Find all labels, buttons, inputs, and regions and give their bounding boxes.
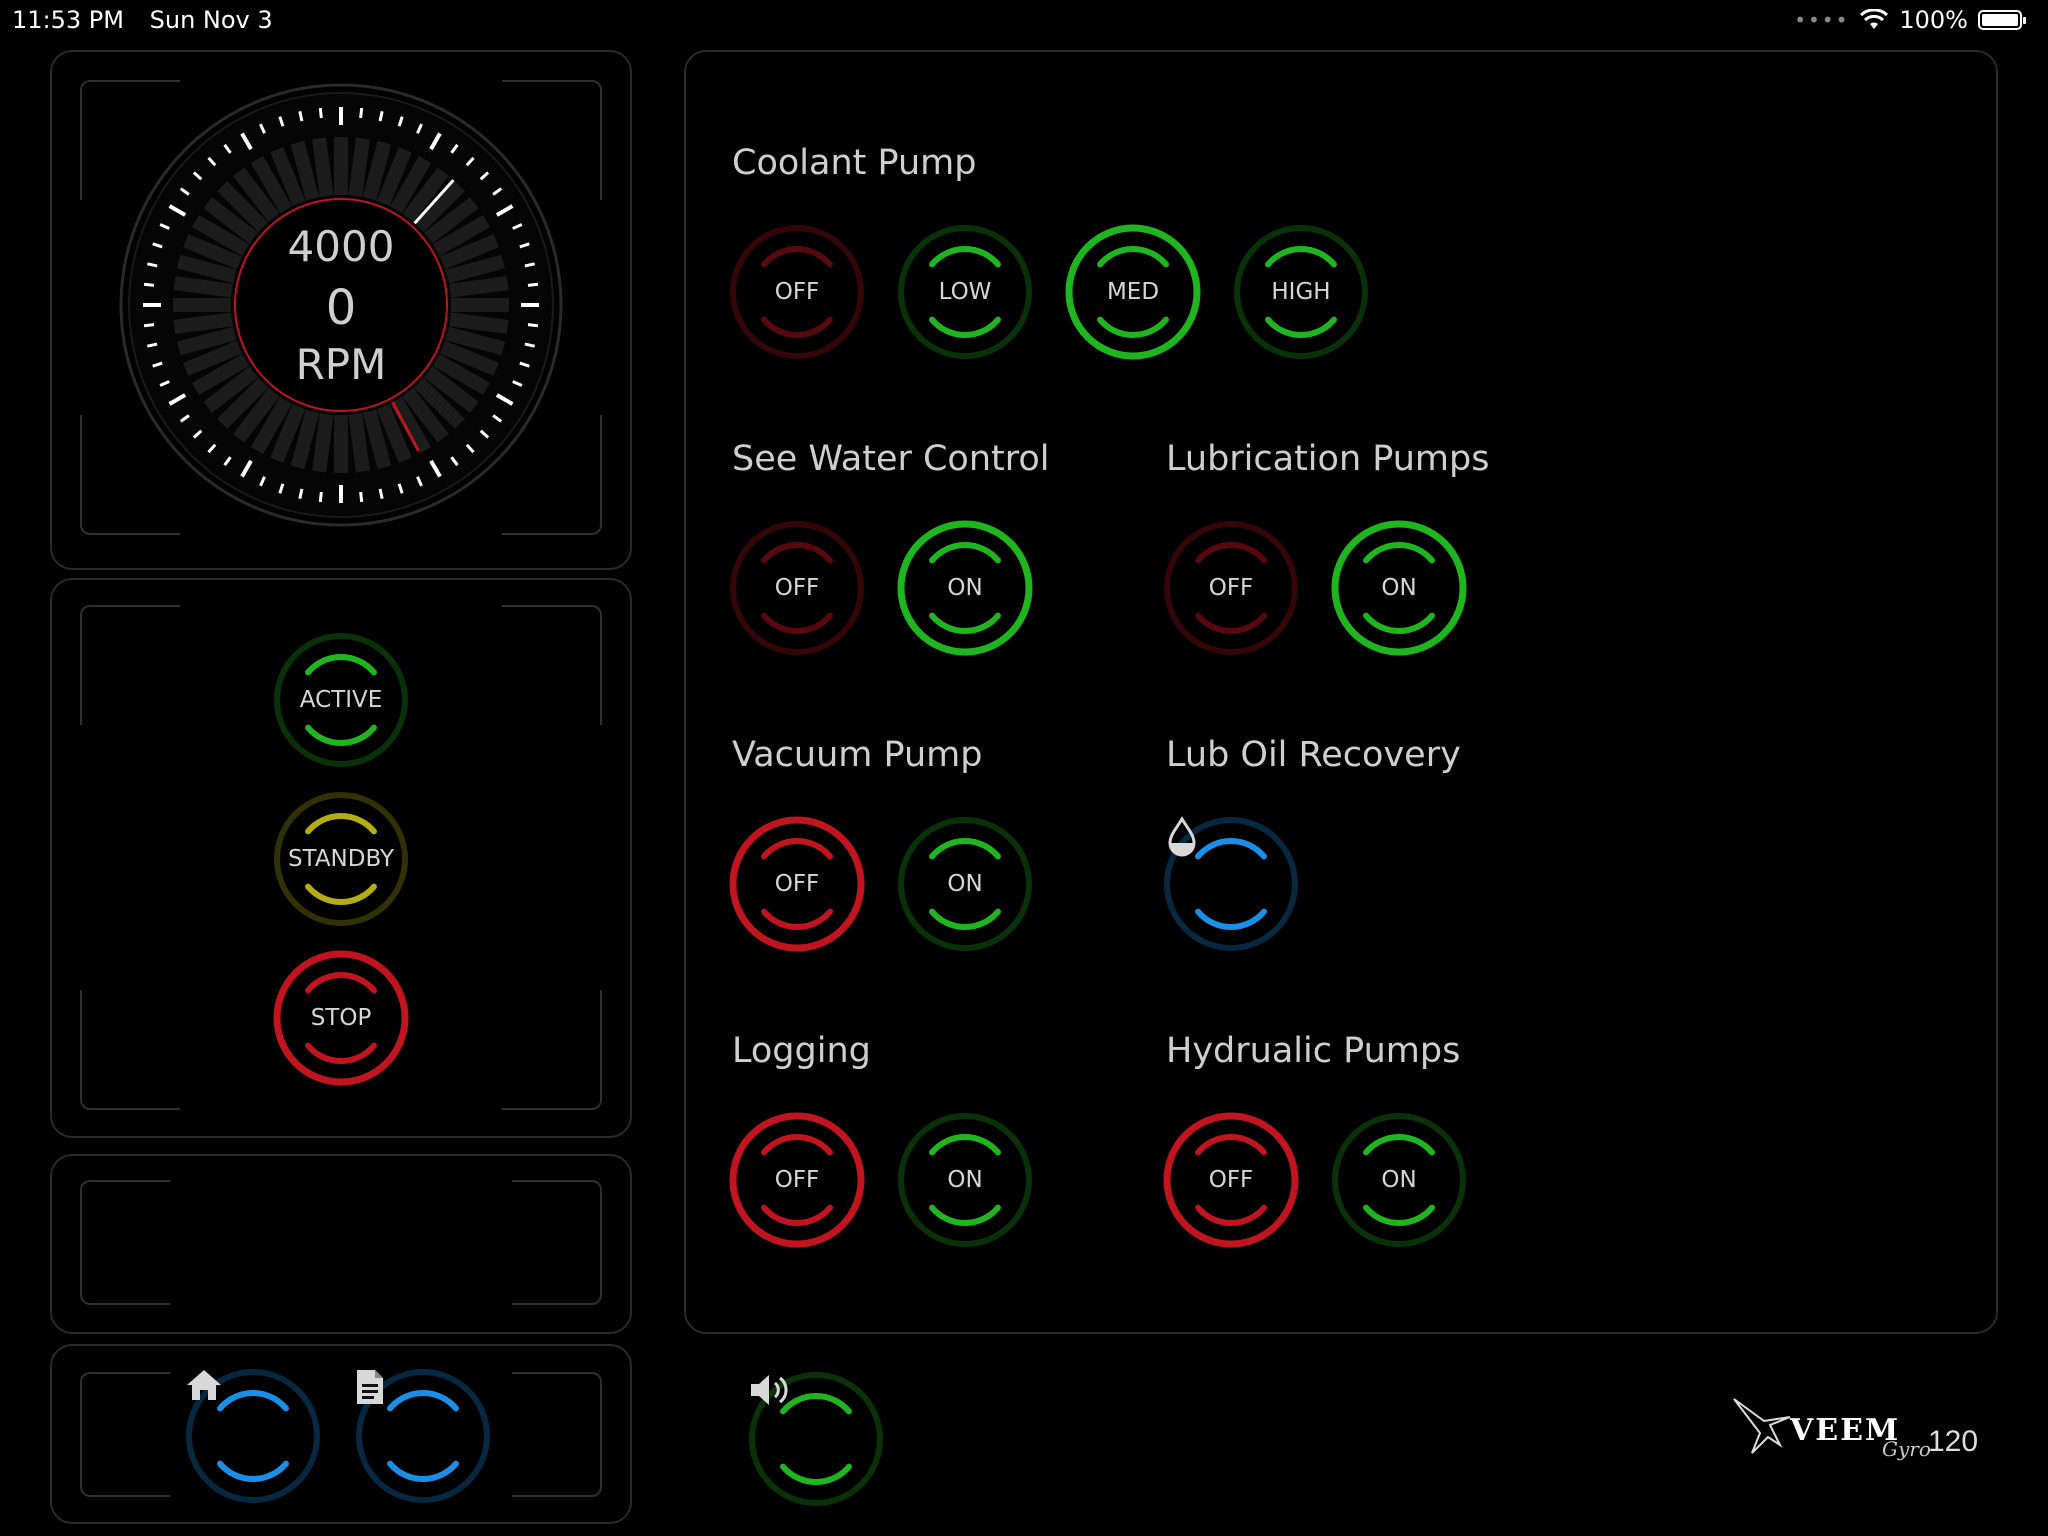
oil-drop-icon <box>1162 815 1300 953</box>
sea-water-control-title: See Water Control <box>732 439 1050 479</box>
sea-water-off-button[interactable]: OFF <box>728 519 866 657</box>
home-icon <box>184 1367 322 1505</box>
document-icon <box>354 1367 492 1505</box>
coolant-pump-low-button-label: LOW <box>938 279 992 305</box>
gauge-tick <box>318 491 323 503</box>
vacuum-pump-off-button[interactable]: OFF <box>728 815 866 953</box>
coolant-pump-off-button[interactable]: OFF <box>728 223 866 361</box>
logging-on-button[interactable]: ON <box>896 1111 1034 1249</box>
corner-bracket <box>502 990 602 1110</box>
lubrication-off-button-label: OFF <box>1208 575 1254 601</box>
corner-bracket <box>80 605 180 725</box>
lubrication-on-button-label: ON <box>1381 575 1417 601</box>
corner-bracket <box>80 990 180 1110</box>
sound-button[interactable] <box>747 1370 885 1508</box>
corner-bracket <box>502 605 602 725</box>
sea-water-on-button[interactable]: ON <box>896 519 1034 657</box>
corner-bracket <box>512 1180 602 1305</box>
vacuum-pump-on-button[interactable]: ON <box>896 815 1034 953</box>
logging-off-button-label: OFF <box>774 1167 820 1193</box>
lub-oil-recovery-title: Lub Oil Recovery <box>1166 735 1461 775</box>
status-date: Sun Nov 3 <box>149 6 273 34</box>
coolant-pump-off-button-label: OFF <box>774 279 820 305</box>
hydraulic-pumps-off-button-label: OFF <box>1208 1167 1254 1193</box>
gauge-max-label: 4000 <box>287 222 395 271</box>
battery-icon <box>1978 10 2026 30</box>
home-button[interactable] <box>184 1367 322 1505</box>
status-bar-left: 11:53 PM Sun Nov 3 <box>12 6 291 34</box>
stop-button[interactable]: STOP <box>272 949 410 1087</box>
hydraulic-pumps-off-button[interactable]: OFF <box>1162 1111 1300 1249</box>
stop-button-label: STOP <box>310 1005 372 1031</box>
gauge-tick <box>359 107 364 119</box>
coolant-pump-title: Coolant Pump <box>732 143 977 183</box>
active-button[interactable]: ACTIVE <box>272 631 410 769</box>
gauge-tick <box>298 488 304 499</box>
status-time: 11:53 PM <box>12 6 124 34</box>
hydraulic-pumps-on-button[interactable]: ON <box>1330 1111 1468 1249</box>
gauge-value: 0 <box>325 280 357 336</box>
corner-bracket <box>80 1372 170 1497</box>
logo-model: 120 <box>1928 1425 1979 1458</box>
coolant-pump-high-button-label: HIGH <box>1271 279 1331 305</box>
coolant-pump-med-button[interactable]: MED <box>1064 223 1202 361</box>
gauge-tick <box>378 111 384 122</box>
rpm-gauge: 4000 0 RPM <box>118 82 564 528</box>
corner-bracket <box>80 1180 170 1305</box>
speaker-icon <box>747 1370 885 1508</box>
gauge-tick <box>359 491 364 503</box>
logging-title: Logging <box>732 1031 871 1071</box>
cellular-signal-icon: •••• <box>1794 8 1850 32</box>
active-button-label: ACTIVE <box>299 687 383 713</box>
logging-off-button[interactable]: OFF <box>728 1111 866 1249</box>
vacuum-pump-title: Vacuum Pump <box>732 735 983 775</box>
veem-gyro-logo: VEEM Gyro 120 <box>1730 1395 1990 1475</box>
hydraulic-pumps-title: Hydrualic Pumps <box>1166 1031 1461 1071</box>
gauge-tick <box>298 111 304 122</box>
vacuum-pump-on-button-label: ON <box>947 871 983 897</box>
gauge-tick <box>378 488 384 499</box>
lubrication-pumps-title: Lubrication Pumps <box>1166 439 1490 479</box>
vacuum-pump-off-button-label: OFF <box>774 871 820 897</box>
document-button[interactable] <box>354 1367 492 1505</box>
logging-on-button-label: ON <box>947 1167 983 1193</box>
status-bar-right: •••• 100% <box>1794 6 2026 34</box>
gauge-tick <box>318 107 323 119</box>
sea-water-on-button-label: ON <box>947 575 983 601</box>
lub-oil-recovery-button[interactable] <box>1162 815 1300 953</box>
coolant-pump-med-button-label: MED <box>1106 279 1160 305</box>
standby-button-label: STANDBY <box>287 846 395 872</box>
battery-percent: 100% <box>1899 6 1968 34</box>
logo-script: Gyro <box>1882 1437 1931 1461</box>
corner-bracket <box>512 1372 602 1497</box>
sea-water-off-button-label: OFF <box>774 575 820 601</box>
lubrication-on-button[interactable]: ON <box>1330 519 1468 657</box>
lubrication-off-button[interactable]: OFF <box>1162 519 1300 657</box>
gauge-unit: RPM <box>295 340 387 389</box>
wifi-icon <box>1860 9 1889 29</box>
hydraulic-pumps-on-button-label: ON <box>1381 1167 1417 1193</box>
standby-button[interactable]: STANDBY <box>272 790 410 928</box>
coolant-pump-low-button[interactable]: LOW <box>896 223 1034 361</box>
coolant-pump-high-button[interactable]: HIGH <box>1232 223 1370 361</box>
